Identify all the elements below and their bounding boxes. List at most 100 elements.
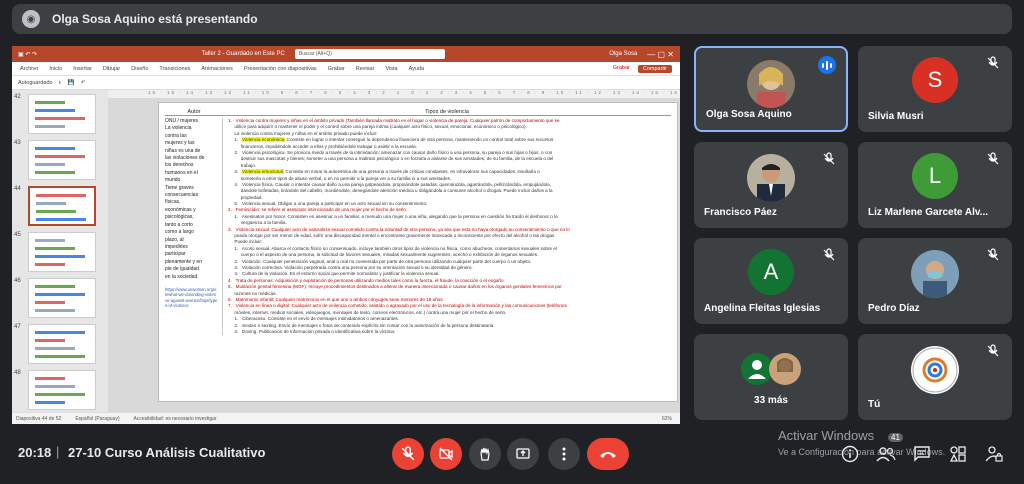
ppt-menu-item[interactable]: Animaciones [201, 66, 233, 72]
author-line: plenamente y en [165, 258, 202, 265]
participant-tile[interactable]: S Silvia Musri [858, 46, 1012, 132]
slide-thumbnail[interactable] [28, 232, 96, 272]
slide-thumbnail[interactable] [28, 370, 96, 410]
participant-name: Pedro Díaz [868, 303, 920, 314]
chat-icon [914, 446, 930, 462]
ppt-menu-item[interactable]: Diseño [131, 66, 148, 72]
violence-text-line: 3. Doxing. Publicación de información pr… [228, 328, 396, 334]
ppt-menu-item[interactable]: Vista [385, 66, 397, 72]
table-header: Autor Tipos de violencia [165, 109, 671, 116]
chat-button[interactable] [912, 444, 932, 464]
violence-text-line: dándole bofetadas, tirándole del cabello… [228, 188, 553, 194]
ppt-menu-item[interactable]: Ayuda [409, 66, 425, 72]
slide-thumbnail[interactable] [28, 186, 96, 226]
ppt-menu-item[interactable]: Transiciones [159, 66, 190, 72]
ppt-doc-title: Taller 2 - Guardado en Este PC [201, 51, 285, 57]
author-line: mujeres y las [165, 140, 195, 147]
slide-thumbnails[interactable]: 42 43 44 45 46 47 48 [12, 90, 108, 412]
ppt-menu-item[interactable]: Inicio [49, 66, 62, 72]
mic-toggle-button[interactable] [392, 438, 424, 470]
table-body: ONU / mujeres La violencia contra las mujer… [165, 118, 671, 336]
ppt-search-box[interactable]: Buscar (Alt+Q) [294, 49, 445, 59]
violence-text-line: someterla a otros tipos de abuso verbal,… [228, 175, 452, 181]
author-line: en la sociedad. [165, 273, 199, 280]
violence-text-line: 2. Feminicidio: se refiere al asesinato … [228, 207, 408, 213]
author-cell: ONU / mujeres La violencia contra las mujer… [165, 118, 223, 336]
ppt-menu-item[interactable]: Insertar [73, 66, 92, 72]
host-controls-button[interactable] [984, 444, 1004, 464]
ppt-menu-item[interactable]: Presentación con diapositivas [244, 66, 317, 72]
participant-tile[interactable]: Francisco Páez [694, 142, 848, 228]
more-participants-tile[interactable]: 33 más [694, 334, 848, 420]
participant-name: Liz Marlene Garcete Alv... [868, 207, 989, 218]
author-line: los derechos [165, 162, 194, 169]
ppt-menu-item[interactable]: Grabar [328, 66, 345, 72]
violence-text-line: vergüenza a la familia. [228, 220, 287, 226]
status-accessibility[interactable]: Accesibilidad: es necesario investigar [134, 416, 217, 422]
ppt-menu-item[interactable]: Archivo [20, 66, 38, 72]
violence-text-line: utilice para adquirir o mantener el pode… [228, 124, 527, 130]
ppt-user: Olga Sosa [609, 51, 638, 57]
ppt-menu-item[interactable]: Revisar [356, 66, 375, 72]
thumb-number: 47 [14, 324, 21, 330]
status-zoom[interactable]: 62% [662, 416, 672, 422]
author-line: La violencia [165, 125, 192, 132]
participant-tile[interactable]: L Liz Marlene Garcete Alv... [858, 142, 1012, 228]
ppt-autosave-label[interactable]: Autoguardado [18, 80, 53, 86]
thumb-number: 43 [14, 140, 21, 146]
raise-hand-button[interactable] [469, 438, 501, 470]
participant-tile[interactable]: Olga Sosa Aquino [694, 46, 848, 132]
violence-text-line: 1. Violencia contra mujeres y niñas en e… [228, 118, 560, 123]
leave-call-button[interactable] [587, 438, 629, 470]
violence-text-line: 3. Violencia emocional. Consiste en mina… [228, 169, 540, 175]
mic-off-icon [823, 248, 835, 261]
highlighted-term: Violencia emocional. [242, 169, 285, 175]
slide-thumbnail[interactable] [28, 278, 96, 318]
clock: 20:18 [18, 445, 52, 460]
slide-thumbnail[interactable] [28, 94, 96, 134]
ppt-undo-icon[interactable]: ↶ [81, 80, 86, 86]
thumb-number: 45 [14, 232, 21, 238]
more-vert-icon [562, 447, 566, 461]
ppt-record-button[interactable]: Grabar [613, 65, 630, 73]
participant-tile[interactable]: A Angelina Fleitas Iglesias [694, 238, 848, 324]
author-line: Tiene graves [165, 184, 194, 191]
ppt-save-disk-icon[interactable]: 💾 [68, 80, 75, 86]
slide-thumbnail[interactable] [28, 324, 96, 364]
ppt-toggle-icon[interactable]: ◐ [59, 80, 62, 86]
violence-text-line: cuerpo o el aspecto de una persona, la s… [228, 252, 539, 258]
window-controls-icon[interactable]: — ▢ ✕ [647, 50, 674, 59]
meeting-details-button[interactable] [840, 444, 860, 464]
col-author-header: Autor [187, 109, 201, 115]
activities-button[interactable] [948, 444, 968, 464]
camera-toggle-button[interactable] [430, 438, 462, 470]
camera-off-icon [439, 447, 453, 461]
current-slide[interactable]: Autor Tipos de violencia ONU / mujeres La… [158, 102, 678, 402]
lock-person-icon [985, 446, 1003, 462]
more-options-button[interactable] [548, 438, 580, 470]
activities-icon [949, 446, 966, 462]
present-screen-button[interactable] [507, 438, 539, 470]
violence-text-line: 1. Acoso sexual. Abarca el contacto físi… [228, 245, 557, 251]
source-link[interactable]: https://www.unwomen.org/es/what-we-do/en… [165, 287, 218, 309]
ppt-quick-toolbar: Autoguardado ◐ 💾 ↶ [12, 76, 680, 90]
violence-text-line: 4. Violencia física. Causar o intentar c… [228, 181, 551, 187]
violence-text-line: 2. Violación. Cualquier penetración vagi… [228, 258, 532, 264]
ppt-status-bar: Diapositiva 44 de 52 Español (Paraguay) … [12, 412, 680, 424]
author-line: ONU / mujeres [165, 118, 199, 124]
windows-watermark: Activar Windows [778, 428, 875, 443]
violence-text-line: 3. Violación correctiva. Violación perpe… [228, 264, 473, 270]
ruler: 16 · 15 · 14 · 13 · 12 · 11 · 10 · 9 · 8… [108, 90, 680, 98]
ppt-menu-bar: Archivo Inicio Insertar Dibujar Diseño Transi… [12, 62, 680, 76]
people-count-badge: 41 [888, 433, 903, 442]
author-line: pie de igualdad [165, 266, 199, 273]
self-tile[interactable]: Tú [858, 334, 1012, 420]
violence-text-line: 1. Asesinatos por honor. Consisten en as… [228, 213, 558, 219]
ppt-titlebar: ▣ ↶ ↷ Taller 2 - Guardado en Este PC Bus… [12, 46, 680, 62]
slide-thumbnail[interactable] [28, 140, 96, 180]
people-button[interactable] [876, 444, 896, 464]
ppt-menu-item[interactable]: Dibujar [103, 66, 120, 72]
participant-tile[interactable]: Pedro Díaz [858, 238, 1012, 324]
mic-off-icon [823, 152, 835, 165]
ppt-share-button[interactable]: Compartir [637, 64, 672, 73]
